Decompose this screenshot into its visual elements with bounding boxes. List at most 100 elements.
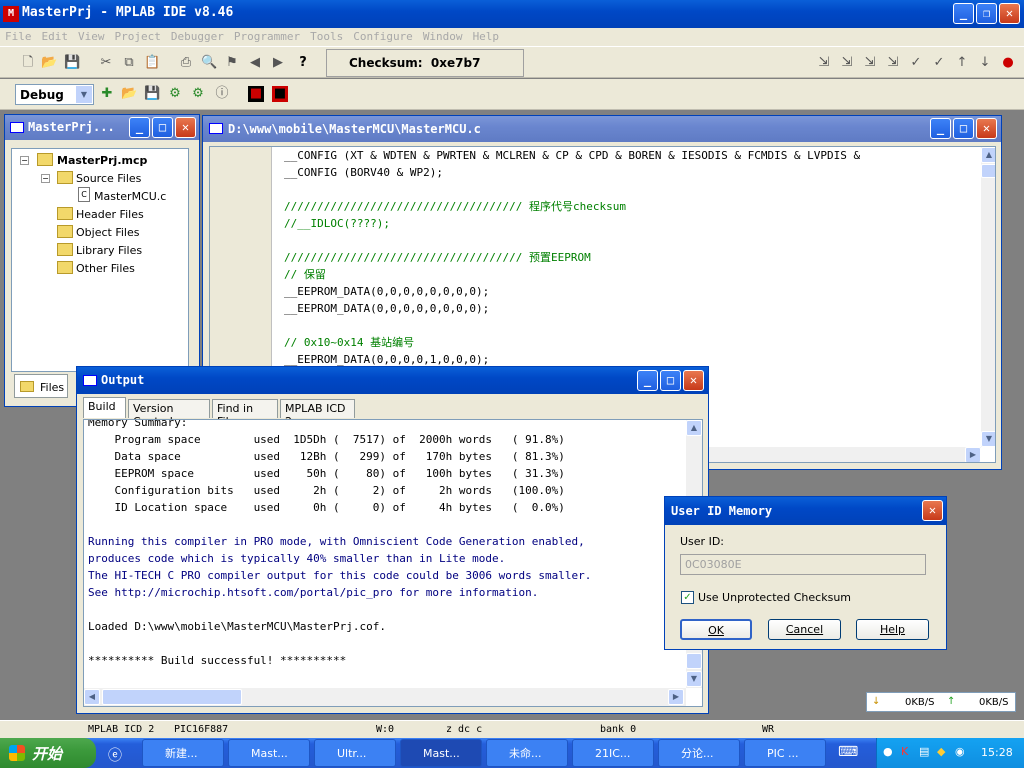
taskbar-item-7[interactable]: 分论... <box>658 739 740 767</box>
cancel-button[interactable]: Cancel <box>768 619 841 640</box>
debug-check-icon[interactable]: ✓ <box>908 55 924 71</box>
help-button[interactable]: Help <box>856 619 929 640</box>
tree-folder-library[interactable]: Library Files <box>76 244 142 257</box>
debug-step-out-icon[interactable]: ⇲ <box>862 55 878 71</box>
menu-item-project[interactable]: Project <box>110 28 166 43</box>
code-line[interactable]: __EEPROM_DATA(0,0,0,0,0,0,0,0); <box>284 300 984 317</box>
bookmark-next-icon[interactable]: ▶ <box>270 55 286 71</box>
scroll-thumb[interactable] <box>686 653 702 669</box>
editor-vscroll[interactable]: ▲ ▼ <box>981 147 995 447</box>
info-icon[interactable]: ⓘ <box>214 86 230 102</box>
tree-folder-source[interactable]: Source Files <box>76 172 141 185</box>
debug-settings-icon[interactable]: ● <box>1000 55 1016 71</box>
program-device-icon[interactable]: ■ <box>248 86 264 102</box>
tree-folder-other[interactable]: Other Files <box>76 262 135 275</box>
code-line[interactable]: __CONFIG (XT & WDTEN & PWRTEN & MCLREN &… <box>284 147 984 164</box>
ok-button[interactable]: OK <box>680 619 752 640</box>
output-lines[interactable]: Memory Summary: Program space used 1D5Dh… <box>88 420 678 686</box>
minimize-button[interactable]: _ <box>953 3 974 24</box>
scroll-up-icon[interactable]: ▲ <box>686 420 702 436</box>
scroll-left-icon[interactable]: ◀ <box>84 689 100 705</box>
code-line[interactable]: // 0x10~0x14 基站编号 <box>284 334 984 351</box>
code-line[interactable]: //__IDLOC(????); <box>284 215 984 232</box>
menu-item-programmer[interactable]: Programmer <box>229 28 305 43</box>
scroll-thumb[interactable] <box>102 689 242 705</box>
cut-icon[interactable]: ✂ <box>98 55 114 71</box>
taskbar-item-6[interactable]: 21IC... <box>572 739 654 767</box>
menu-item-edit[interactable]: Edit <box>37 28 74 43</box>
collapse-icon[interactable]: − <box>20 156 29 165</box>
tab-version-control[interactable]: Version Control <box>128 399 210 428</box>
user-id-field[interactable]: 0C03080E <box>680 554 926 575</box>
scroll-down-icon[interactable]: ▼ <box>686 671 702 687</box>
bookmark-prev-icon[interactable]: ◀ <box>247 55 263 71</box>
tab-mplab-icd2[interactable]: MPLAB ICD 2 <box>280 399 355 428</box>
taskbar-item-3[interactable]: Ultr... <box>314 739 396 767</box>
tray-icon-5[interactable]: ◉ <box>955 745 965 758</box>
new-file-icon[interactable]: 🗋 <box>20 55 36 71</box>
tab-find-in-files[interactable]: Find in Files <box>212 399 278 428</box>
dialog-close-button[interactable]: ✕ <box>922 500 943 521</box>
copy-icon[interactable]: ⧉ <box>121 55 137 71</box>
menu-item-view[interactable]: View <box>73 28 110 43</box>
output-maximize-button[interactable]: □ <box>660 370 681 391</box>
tray-icon-1[interactable]: ● <box>883 745 893 758</box>
close-button[interactable]: ✕ <box>999 3 1020 24</box>
restore-button[interactable]: ❐ <box>976 3 997 24</box>
save-icon[interactable]: 💾 <box>64 55 80 71</box>
tree-folder-header[interactable]: Header Files <box>76 208 144 221</box>
editor-minimize-button[interactable]: _ <box>930 118 951 139</box>
new-project-icon[interactable]: ✚ <box>99 86 115 102</box>
tray-clock[interactable]: 15:28 <box>981 746 1013 759</box>
taskbar-item-5[interactable]: 未命... <box>486 739 568 767</box>
menu-item-window[interactable]: Window <box>418 28 468 43</box>
save-project-icon[interactable]: 💾 <box>144 86 160 102</box>
menu-item-file[interactable]: File <box>0 28 37 43</box>
code-line[interactable] <box>284 181 984 198</box>
menu-item-debugger[interactable]: Debugger <box>166 28 229 43</box>
scroll-down-icon[interactable]: ▼ <box>981 431 995 447</box>
project-maximize-button[interactable]: □ <box>152 117 173 138</box>
help-icon[interactable]: ? <box>295 55 311 71</box>
output-close-button[interactable]: ✕ <box>683 370 704 391</box>
tray-icon-2[interactable]: K <box>901 745 908 758</box>
make-icon[interactable]: ⚙ <box>167 86 183 102</box>
tab-files[interactable]: Files <box>14 374 68 398</box>
output-hscroll[interactable]: ◀ ▶ <box>84 688 686 706</box>
taskbar-item-1[interactable]: 新建... <box>142 739 224 767</box>
tray-icon-3[interactable]: ▤ <box>919 745 929 758</box>
taskbar-item-4[interactable]: Mast... <box>400 739 482 767</box>
build-all-icon[interactable]: ⚙ <box>190 86 206 102</box>
code-line[interactable]: // 保留 <box>284 266 984 283</box>
menu-item-tools[interactable]: Tools <box>305 28 348 43</box>
project-minimize-button[interactable]: _ <box>129 117 150 138</box>
code-line[interactable]: __CONFIG (BORV40 & WP2); <box>284 164 984 181</box>
code-line[interactable] <box>284 317 984 334</box>
menu-item-configure[interactable]: Configure <box>348 28 418 43</box>
code-line[interactable]: __EEPROM_DATA(0,0,0,0,0,0,0,0); <box>284 283 984 300</box>
collapse-icon[interactable]: − <box>41 174 50 183</box>
scroll-right-icon[interactable]: ▶ <box>668 689 684 705</box>
scroll-up-icon[interactable]: ▲ <box>981 147 995 163</box>
debug-check2-icon[interactable]: ✓ <box>931 55 947 71</box>
scroll-right-icon[interactable]: ▶ <box>965 447 981 462</box>
open-project-icon[interactable]: 📂 <box>121 86 137 102</box>
keyboard-icon[interactable]: ⌨ <box>838 744 858 760</box>
taskbar-item-8[interactable]: PIC ... <box>744 739 826 767</box>
chevron-down-icon[interactable]: ▼ <box>76 86 92 103</box>
debug-reset-icon[interactable]: ⇲ <box>885 55 901 71</box>
project-close-button[interactable]: ✕ <box>175 117 196 138</box>
project-root[interactable]: MasterPrj.mcp <box>57 154 147 167</box>
editor-maximize-button[interactable]: □ <box>953 118 974 139</box>
print-icon[interactable]: ⎙ <box>178 55 194 71</box>
build-config-select[interactable]: Debug ▼ <box>15 84 94 105</box>
debug-upload-icon[interactable]: ↑ <box>954 55 970 71</box>
menu-item-help[interactable]: Help <box>468 28 505 43</box>
code-line[interactable]: //////////////////////////////////// 预置E… <box>284 249 984 266</box>
debug-step-into-icon[interactable]: ⇲ <box>816 55 832 71</box>
taskbar-item-2[interactable]: Mast... <box>228 739 310 767</box>
tree-file-mastermcu[interactable]: MasterMCU.c <box>94 190 166 203</box>
code-line[interactable] <box>284 232 984 249</box>
editor-close-button[interactable]: ✕ <box>976 118 997 139</box>
unprotected-checksum-checkbox[interactable]: ✓ <box>681 591 694 604</box>
